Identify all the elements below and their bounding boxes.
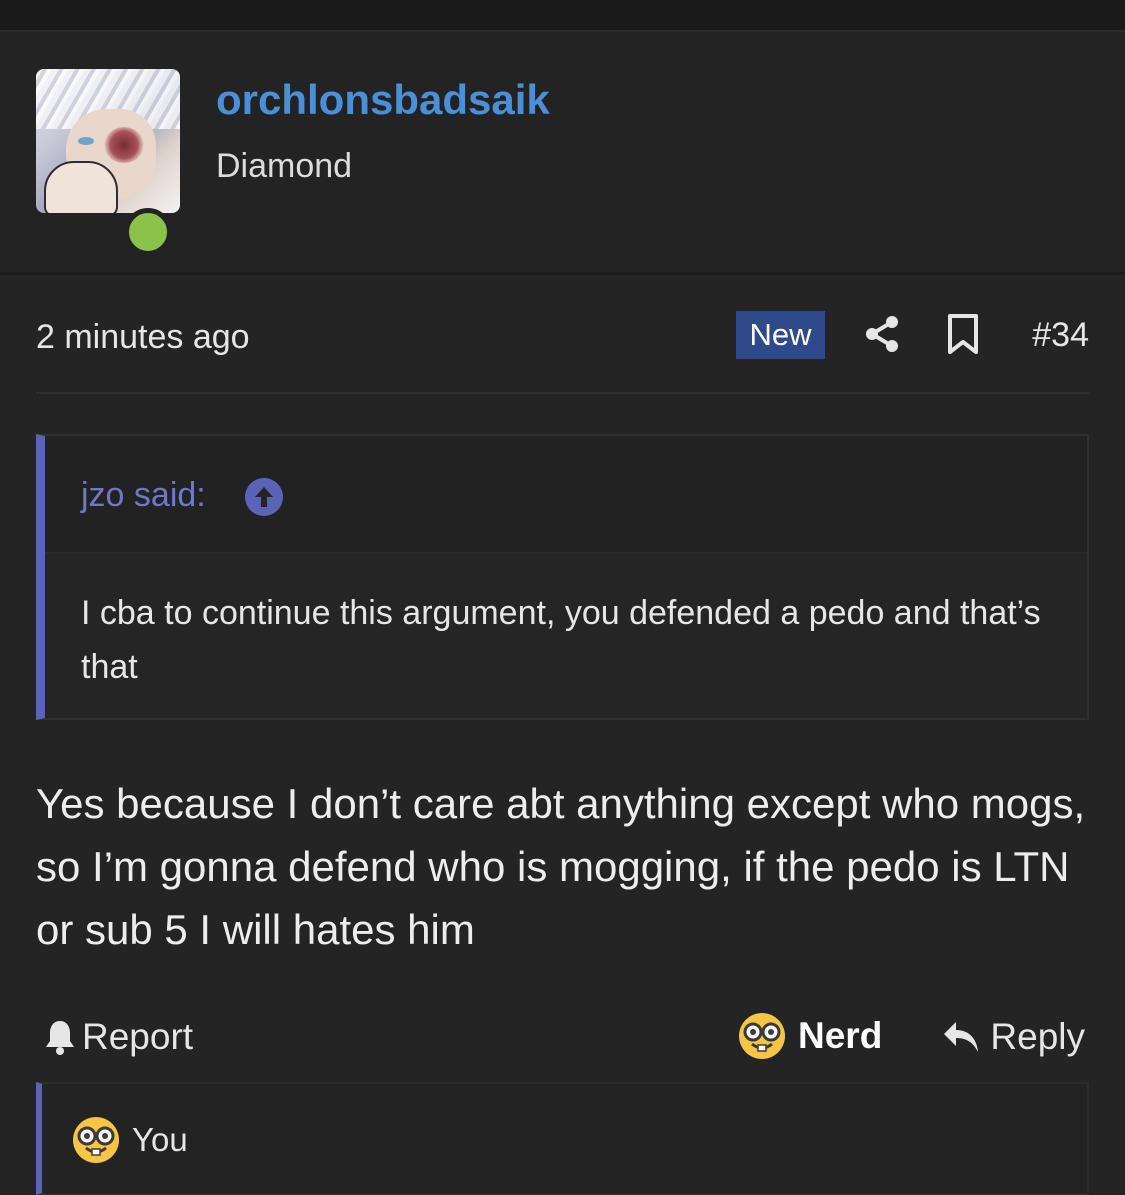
nerd-face-icon <box>739 1013 785 1059</box>
reaction-user-label: You <box>132 1121 188 1158</box>
nerd-reaction-button[interactable]: Nerd <box>738 1012 882 1060</box>
post: orchlonsbadsaik Diamond 2 minutes ago Ne… <box>0 30 1125 1195</box>
quote-author[interactable]: jzo said: <box>81 476 206 515</box>
quote-text: I cba to continue this argument, you def… <box>81 594 1041 686</box>
user-header: orchlonsbadsaik Diamond <box>0 32 1125 275</box>
post-number-link[interactable]: #34 <box>1032 316 1089 355</box>
top-strip <box>0 0 1125 30</box>
avatar-bruise <box>104 127 144 163</box>
header-notch <box>76 240 140 272</box>
post-actions: Report Nerd Reply <box>36 1002 1089 1082</box>
reply-button[interactable]: Reply <box>942 1016 1085 1058</box>
report-label: Report <box>82 1016 194 1057</box>
report-button[interactable]: Report <box>44 1016 193 1058</box>
avatar-hand <box>44 161 118 213</box>
reaction-summary[interactable]: You <box>72 1116 188 1164</box>
post-timestamp[interactable]: 2 minutes ago <box>36 318 250 357</box>
user-title: Diamond <box>216 147 353 185</box>
post-message: Yes because I don’t care abt anything ex… <box>36 780 1086 953</box>
post-meta-row: 2 minutes ago New #34 <box>36 302 1089 394</box>
arrow-up-icon[interactable] <box>245 478 283 516</box>
reactions-bar: You <box>36 1082 1089 1195</box>
nerd-face-icon <box>73 1117 119 1163</box>
reply-label: Reply <box>990 1016 1085 1057</box>
reply-arrow-icon <box>944 1022 979 1052</box>
nerd-label: Nerd <box>798 1015 883 1056</box>
new-badge: New <box>736 311 825 359</box>
bookmark-icon[interactable] <box>946 314 980 354</box>
user-avatar[interactable] <box>36 69 180 213</box>
bell-icon <box>46 1021 74 1055</box>
avatar-eye <box>78 137 94 145</box>
share-icon[interactable] <box>864 314 900 354</box>
username-link[interactable]: orchlonsbadsaik <box>216 76 550 124</box>
quote-header: jzo said: <box>45 436 1087 554</box>
quote-block: jzo said: I cba to continue this argumen… <box>36 434 1089 720</box>
